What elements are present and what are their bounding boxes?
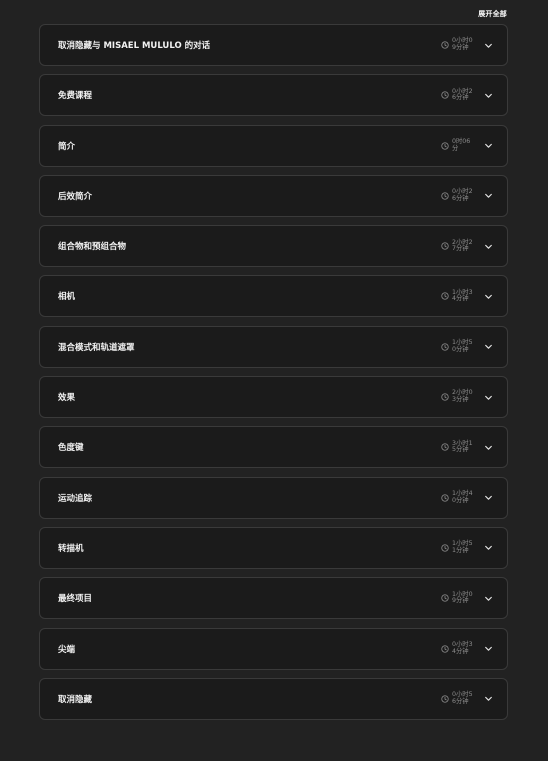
duration-text: 2小时03分钟 — [452, 389, 473, 404]
duration-text: 1小时34分钟 — [452, 288, 473, 303]
duration-text: 0小时56分钟 — [452, 691, 473, 705]
course-section-row[interactable]: 混合模式和轨道遮罩 1小时50分钟 — [39, 325, 508, 368]
section-title: 组合物和预组合物 — [58, 242, 127, 253]
chevron-down-icon[interactable] — [484, 91, 493, 100]
course-section-row[interactable]: 最终项目 1小时09分钟 — [39, 577, 508, 620]
section-title: 色度键 — [58, 443, 84, 454]
chevron-down-icon[interactable] — [484, 41, 493, 50]
duration-text: 0小时34分钟 — [452, 640, 473, 655]
section-title: 转描机 — [58, 543, 84, 554]
chevron-down-icon[interactable] — [484, 644, 493, 653]
chevron-down-icon[interactable] — [484, 342, 493, 351]
chevron-down-icon[interactable] — [484, 694, 493, 703]
section-title: 混合模式和轨道遮罩 — [58, 342, 135, 353]
chevron-down-icon[interactable] — [484, 594, 493, 603]
duration-text: 3小时15分钟 — [452, 439, 473, 454]
duration-text: 0小时09分钟 — [452, 37, 473, 51]
section-title: 后效简介 — [58, 191, 93, 202]
duration-text: 1小时50分钟 — [452, 339, 473, 353]
chevron-down-icon[interactable] — [484, 543, 493, 552]
clock-icon — [441, 644, 449, 653]
expand-all-button[interactable]: 展开全部 — [478, 9, 507, 19]
section-duration: 0小时56分钟 — [441, 691, 474, 705]
course-section-row[interactable]: 取消隐藏与 MISAEL MULULO 的对话 0小时09分钟 — [39, 24, 508, 66]
clock-icon — [441, 695, 449, 703]
section-duration: 3小时15分钟 — [441, 439, 474, 454]
section-title: 尖端 — [58, 644, 76, 655]
section-title: 效果 — [58, 393, 76, 404]
course-section-row[interactable]: 取消隐藏 0小时56分钟 — [39, 677, 508, 720]
chevron-down-icon[interactable] — [484, 443, 493, 452]
course-section-row[interactable]: 尖端 0小时34分钟 — [39, 627, 508, 670]
course-section-row[interactable]: 后效简介 0小时26分钟 — [39, 174, 508, 217]
course-section-row[interactable]: 相机 1小时34分钟 — [39, 275, 508, 318]
chevron-down-icon[interactable] — [484, 493, 493, 502]
section-duration: 1小时40分钟 — [441, 490, 474, 504]
chevron-down-icon[interactable] — [484, 393, 493, 402]
course-section-row[interactable]: 色度键 3小时15分钟 — [39, 426, 508, 469]
clock-icon — [441, 192, 449, 200]
section-title: 相机 — [58, 292, 76, 303]
section-duration: 2小时03分钟 — [441, 390, 474, 403]
clock-icon — [441, 343, 449, 351]
course-section-row[interactable]: 免费课程 0小时26分钟 — [39, 74, 508, 117]
section-title: 取消隐藏与 MISAEL MULULO 的对话 — [58, 41, 211, 51]
section-title: 简介 — [58, 141, 76, 152]
section-duration: 0小时26分钟 — [441, 87, 474, 102]
course-sections-list: 取消隐藏与 MISAEL MULULO 的对话 0小时09分钟免费课程 0小时26分… — [39, 24, 508, 728]
chevron-down-icon[interactable] — [484, 141, 493, 150]
clock-icon — [441, 544, 449, 552]
clock-icon — [441, 594, 449, 602]
chevron-down-icon[interactable] — [484, 191, 493, 200]
section-duration: 1小时50分钟 — [441, 339, 474, 353]
chevron-down-icon[interactable] — [484, 242, 493, 251]
clock-icon — [441, 292, 449, 301]
section-duration: 0小时34分钟 — [441, 640, 474, 655]
duration-text: 1小时40分钟 — [452, 490, 473, 504]
section-title: 免费课程 — [58, 91, 93, 102]
duration-text: 0小时26分钟 — [452, 87, 473, 102]
course-section-row[interactable]: 简介 0时06分 — [39, 124, 508, 167]
section-duration: 0小时26分钟 — [441, 188, 474, 202]
duration-text: 2小时27分钟 — [452, 238, 473, 253]
clock-icon — [441, 91, 449, 99]
course-section-row[interactable]: 组合物和预组合物 2小时27分钟 — [39, 225, 508, 268]
section-title: 运动追踪 — [58, 493, 93, 504]
course-section-row[interactable]: 效果 2小时03分钟 — [39, 376, 508, 419]
chevron-down-icon[interactable] — [484, 292, 493, 301]
duration-text: 0时06分 — [452, 138, 471, 152]
clock-icon — [441, 41, 449, 49]
clock-icon — [441, 494, 449, 502]
duration-text: 1小时51分钟 — [452, 540, 473, 554]
clock-icon — [441, 393, 449, 401]
section-title: 最终项目 — [58, 594, 93, 605]
section-duration: 2小时27分钟 — [441, 238, 474, 253]
duration-text: 1小时09分钟 — [452, 590, 473, 605]
course-section-row[interactable]: 运动追踪 1小时40分钟 — [39, 476, 508, 519]
duration-text: 0小时26分钟 — [452, 188, 473, 202]
section-duration: 1小时51分钟 — [441, 541, 474, 554]
clock-icon — [441, 443, 449, 452]
section-duration: 1小时09分钟 — [441, 590, 474, 605]
section-duration: 0小时09分钟 — [441, 38, 474, 51]
clock-icon — [441, 242, 449, 250]
section-title: 取消隐藏 — [58, 694, 93, 705]
section-duration: 0时06分 — [441, 138, 474, 152]
clock-icon — [441, 141, 449, 150]
section-duration: 1小时34分钟 — [441, 288, 474, 303]
course-section-row[interactable]: 转描机 1小时51分钟 — [39, 526, 508, 569]
